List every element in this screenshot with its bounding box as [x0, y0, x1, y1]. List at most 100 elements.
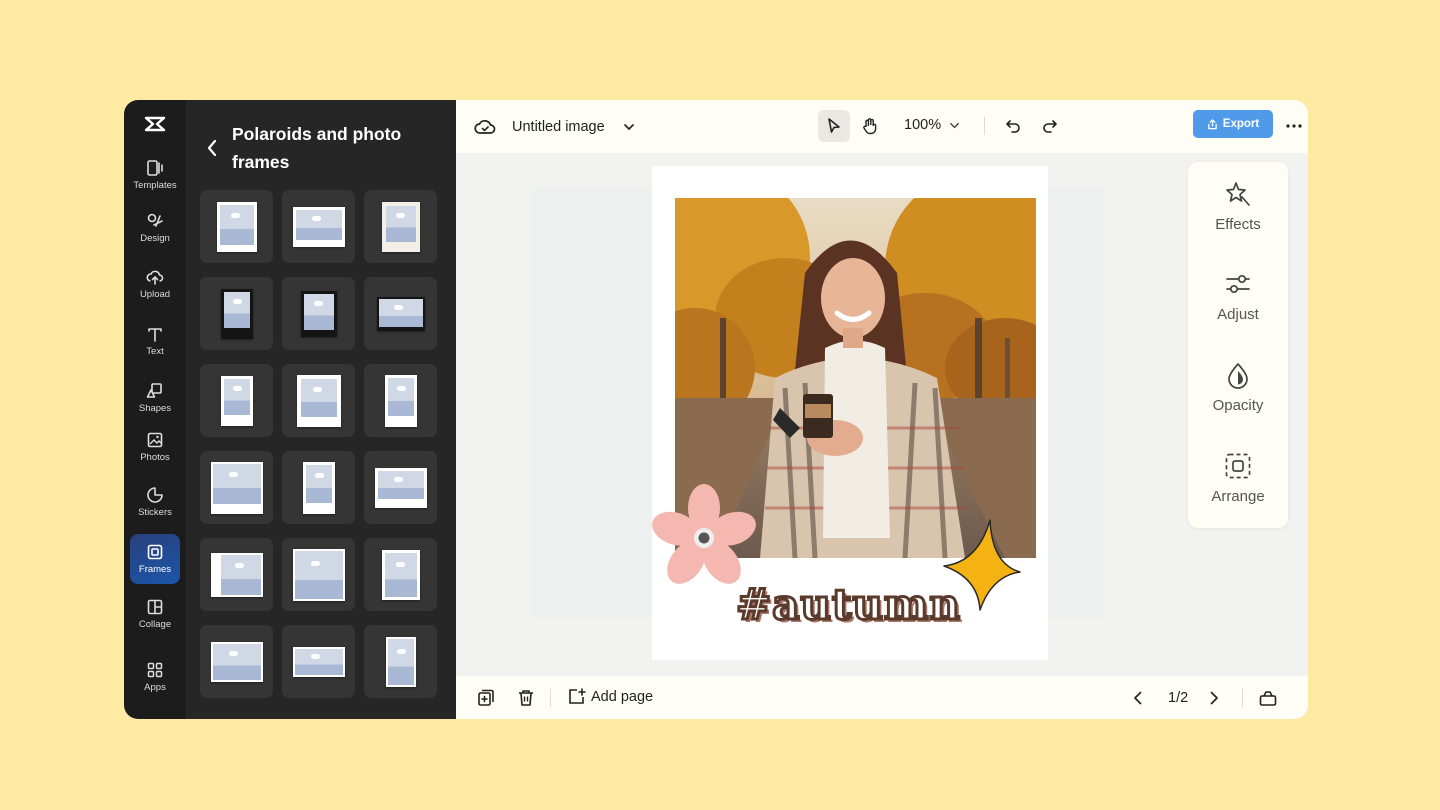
undo-button[interactable] — [997, 110, 1029, 142]
top-toolbar: Untitled image 100% Export — [456, 100, 1308, 153]
sidebar-item-label: Upload — [140, 289, 170, 300]
chevron-down-icon[interactable] — [622, 120, 636, 134]
select-tool-button[interactable] — [818, 110, 850, 142]
frame-tile[interactable] — [282, 190, 355, 263]
opacity-icon — [1224, 361, 1252, 389]
panel-header: Polaroids and photo frames — [200, 120, 432, 176]
templates-icon — [146, 159, 164, 177]
more-options-icon[interactable] — [1284, 116, 1304, 136]
frame-tile[interactable] — [364, 538, 437, 611]
sidebar-item-collage[interactable]: Collage — [130, 589, 180, 639]
adjust-label: Adjust — [1217, 306, 1259, 323]
frames-panel: Polaroids and photo frames — [186, 100, 456, 719]
upload-icon — [146, 268, 164, 286]
sidebar-item-label: Frames — [139, 564, 171, 575]
arrange-label: Arrange — [1211, 488, 1264, 505]
sidebar-item-stickers[interactable]: Stickers — [130, 477, 180, 527]
chevron-down-icon — [948, 119, 961, 132]
zoom-dropdown[interactable]: 100% — [904, 117, 961, 133]
sidebar-item-design[interactable]: Design — [130, 203, 180, 253]
flower-sticker[interactable] — [652, 484, 756, 588]
shapes-icon — [146, 382, 164, 400]
sidebar-item-label: Text — [146, 346, 163, 357]
sidebar-rail: Templates Design Upload Text Shapes Phot… — [124, 100, 186, 719]
sidebar-item-label: Templates — [133, 180, 176, 191]
sidebar-item-shapes[interactable]: Shapes — [130, 373, 180, 423]
document-title[interactable]: Untitled image — [512, 119, 605, 135]
sidebar-item-upload[interactable]: Upload — [130, 259, 180, 309]
adjust-icon — [1224, 270, 1252, 298]
arrange-icon — [1224, 452, 1252, 480]
bottom-toolbar: Add page 1/2 — [456, 676, 1308, 719]
frame-tile[interactable] — [364, 277, 437, 350]
trash-icon[interactable] — [516, 688, 536, 708]
effects-icon — [1224, 180, 1252, 208]
sidebar-item-label: Design — [140, 233, 170, 244]
opacity-button[interactable]: Opacity — [1188, 361, 1288, 441]
duplicate-page-icon[interactable] — [476, 688, 496, 708]
sidebar-item-text[interactable]: Text — [130, 316, 180, 366]
adjust-button[interactable]: Adjust — [1188, 270, 1288, 350]
sidebar-item-photos[interactable]: Photos — [130, 422, 180, 472]
toolbar-divider — [1242, 689, 1243, 707]
frame-tile[interactable] — [200, 190, 273, 263]
frame-tile[interactable] — [282, 277, 355, 350]
frames-icon — [146, 543, 164, 561]
frame-tile[interactable] — [200, 538, 273, 611]
properties-panel: Effects Adjust Opacity Arrange — [1188, 162, 1288, 528]
page-indicator: 1/2 — [1168, 690, 1188, 706]
back-arrow-icon[interactable] — [200, 134, 224, 164]
hashtag-text[interactable]: #autumn — [736, 580, 961, 629]
editor-window: Templates Design Upload Text Shapes Phot… — [124, 100, 1308, 719]
frame-tile[interactable] — [282, 538, 355, 611]
undo-icon — [1004, 117, 1022, 135]
frame-tile[interactable] — [282, 364, 355, 437]
frames-grid — [200, 190, 438, 698]
sidebar-item-frames[interactable]: Frames — [130, 534, 180, 584]
frame-tile[interactable] — [364, 625, 437, 698]
next-page-icon[interactable] — [1204, 688, 1224, 708]
toolbar-divider — [984, 117, 985, 135]
sidebar-item-apps[interactable]: Apps — [130, 652, 180, 702]
frame-tile[interactable] — [200, 277, 273, 350]
add-page-button[interactable]: Add page — [568, 688, 653, 706]
sidebar-item-label: Apps — [144, 682, 166, 693]
stickers-icon — [146, 486, 164, 504]
sidebar-item-label: Shapes — [139, 403, 171, 414]
frame-tile[interactable] — [200, 625, 273, 698]
workspace: Untitled image 100% Export — [456, 100, 1308, 719]
add-page-label: Add page — [591, 689, 653, 705]
redo-icon — [1041, 117, 1059, 135]
sidebar-item-label: Collage — [139, 619, 171, 630]
sidebar-item-label: Photos — [140, 452, 170, 463]
add-page-icon — [568, 688, 586, 706]
effects-label: Effects — [1215, 216, 1261, 233]
export-button[interactable]: Export — [1193, 110, 1273, 138]
apps-icon — [146, 661, 164, 679]
capcut-logo — [143, 113, 167, 135]
frame-tile[interactable] — [200, 364, 273, 437]
zoom-value: 100% — [904, 117, 941, 133]
sidebar-item-templates[interactable]: Templates — [130, 150, 180, 200]
photos-icon — [146, 431, 164, 449]
export-label: Export — [1223, 118, 1259, 130]
frame-tile[interactable] — [282, 451, 355, 524]
pages-panel-icon[interactable] — [1258, 688, 1278, 708]
text-icon — [146, 325, 164, 343]
hand-tool-button[interactable] — [854, 110, 886, 142]
frame-tile[interactable] — [200, 451, 273, 524]
prev-page-icon[interactable] — [1128, 688, 1148, 708]
arrange-button[interactable]: Arrange — [1188, 452, 1288, 532]
effects-button[interactable]: Effects — [1188, 180, 1288, 260]
frame-tile[interactable] — [282, 625, 355, 698]
frame-tile[interactable] — [364, 451, 437, 524]
opacity-label: Opacity — [1213, 397, 1264, 414]
design-page[interactable]: #autumn — [652, 166, 1048, 660]
redo-button[interactable] — [1034, 110, 1066, 142]
design-icon — [146, 212, 164, 230]
sidebar-item-label: Stickers — [138, 507, 172, 518]
collage-icon — [146, 598, 164, 616]
frame-tile[interactable] — [364, 190, 437, 263]
frame-tile[interactable] — [364, 364, 437, 437]
cloud-sync-icon[interactable] — [474, 117, 496, 137]
